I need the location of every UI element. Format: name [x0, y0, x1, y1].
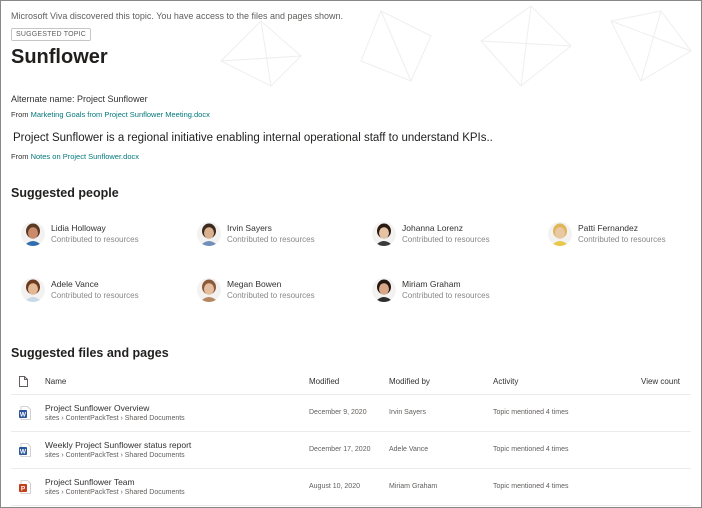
person-name: Johanna Lorenz — [402, 222, 463, 233]
file-path: sites › ContentPackTest › Shared Documen… — [45, 415, 185, 422]
svg-text:P: P — [21, 486, 26, 493]
person-card[interactable]: Patti Fernandez Contributed to resources — [548, 222, 666, 246]
source-line: From Marketing Goals from Project Sunflo… — [11, 110, 210, 119]
column-header-modified-by[interactable]: Modified by — [389, 377, 430, 386]
avatar — [21, 222, 45, 246]
table-row[interactable]: W Project Sunflower Overview sites › Conte… — [11, 395, 691, 432]
activity: Topic mentioned 4 times — [493, 409, 569, 416]
avatar — [372, 222, 396, 246]
column-header-modified[interactable]: Modified — [309, 377, 339, 386]
table-body: W Project Sunflower Overview sites › Conte… — [11, 395, 691, 506]
word-icon: W — [19, 443, 31, 457]
activity: Topic mentioned 4 times — [493, 446, 569, 453]
suggested-topic-badge: SUGGESTED TOPIC — [11, 28, 92, 41]
file-path: sites › ContentPackTest › Shared Documen… — [45, 452, 185, 459]
modified-by: Irvin Sayers — [389, 409, 426, 416]
file-path: sites › ContentPackTest › Shared Documen… — [45, 489, 185, 496]
files-table: Name Modified Modified by Activity View … — [11, 369, 691, 506]
person-role: Contributed to resources — [402, 290, 490, 300]
person-card[interactable]: Lidia Holloway Contributed to resources — [21, 222, 139, 246]
table-row[interactable]: P Project Sunflower Team sites › ContentPa… — [11, 469, 691, 506]
person-role: Contributed to resources — [227, 234, 315, 244]
word-icon: W — [19, 406, 31, 420]
person-role: Contributed to resources — [227, 290, 315, 300]
activity: Topic mentioned 4 times — [493, 483, 569, 490]
person-name: Megan Bowen — [227, 278, 282, 289]
person-name: Adele Vance — [51, 278, 99, 289]
person-name: Miriam Graham — [402, 278, 461, 289]
file-name-link[interactable]: Weekly Project Sunflower status report — [45, 440, 191, 450]
person-card[interactable]: Johanna Lorenz Contributed to resources — [372, 222, 490, 246]
person-role: Contributed to resources — [51, 290, 139, 300]
source-line: From Notes on Project Sunflower.docx — [11, 152, 139, 161]
avatar — [372, 278, 396, 302]
source-link[interactable]: Notes on Project Sunflower.docx — [31, 152, 139, 161]
alternate-name: Alternate name: Project Sunflower — [11, 94, 148, 104]
from-label: From — [11, 152, 29, 161]
table-row[interactable]: W Weekly Project Sunflower status report s… — [11, 432, 691, 469]
svg-text:W: W — [20, 412, 27, 419]
person-card[interactable]: Irvin Sayers Contributed to resources — [197, 222, 315, 246]
suggested-files-heading: Suggested files and pages — [11, 346, 169, 360]
source-link[interactable]: Marketing Goals from Project Sunflower M… — [31, 110, 210, 119]
file-name-link[interactable]: Project Sunflower Overview — [45, 403, 149, 413]
topic-page: Microsoft Viva discovered this topic. Yo… — [0, 0, 702, 508]
column-header-name[interactable]: Name — [45, 377, 66, 386]
page-title: Sunflower — [11, 46, 108, 68]
avatar — [548, 222, 572, 246]
person-card[interactable]: Miriam Graham Contributed to resources — [372, 278, 490, 302]
powerpoint-icon: P — [19, 480, 31, 494]
modified-date: December 9, 2020 — [309, 409, 367, 416]
modified-by: Adele Vance — [389, 446, 429, 453]
file-type-icon[interactable] — [19, 376, 28, 387]
person-role: Contributed to resources — [51, 234, 139, 244]
svg-text:W: W — [20, 449, 27, 456]
modified-date: August 10, 2020 — [309, 483, 360, 490]
column-header-activity[interactable]: Activity — [493, 377, 518, 386]
modified-date: December 17, 2020 — [309, 446, 371, 453]
discovery-notice: Microsoft Viva discovered this topic. Yo… — [11, 11, 344, 21]
person-role: Contributed to resources — [578, 234, 666, 244]
modified-by: Miriam Graham — [389, 483, 438, 490]
person-name: Irvin Sayers — [227, 222, 272, 233]
suggested-people-heading: Suggested people — [11, 186, 119, 200]
topic-description: Project Sunflower is a regional initiati… — [13, 132, 493, 144]
person-card[interactable]: Adele Vance Contributed to resources — [21, 278, 139, 302]
avatar — [197, 278, 221, 302]
avatar — [21, 278, 45, 302]
person-name: Lidia Holloway — [51, 222, 106, 233]
table-header: Name Modified Modified by Activity View … — [11, 369, 691, 395]
column-header-view-count[interactable]: View count — [641, 377, 680, 386]
avatar — [197, 222, 221, 246]
person-role: Contributed to resources — [402, 234, 490, 244]
person-name: Patti Fernandez — [578, 222, 639, 233]
person-card[interactable]: Megan Bowen Contributed to resources — [197, 278, 315, 302]
file-name-link[interactable]: Project Sunflower Team — [45, 477, 135, 487]
from-label: From — [11, 110, 29, 119]
